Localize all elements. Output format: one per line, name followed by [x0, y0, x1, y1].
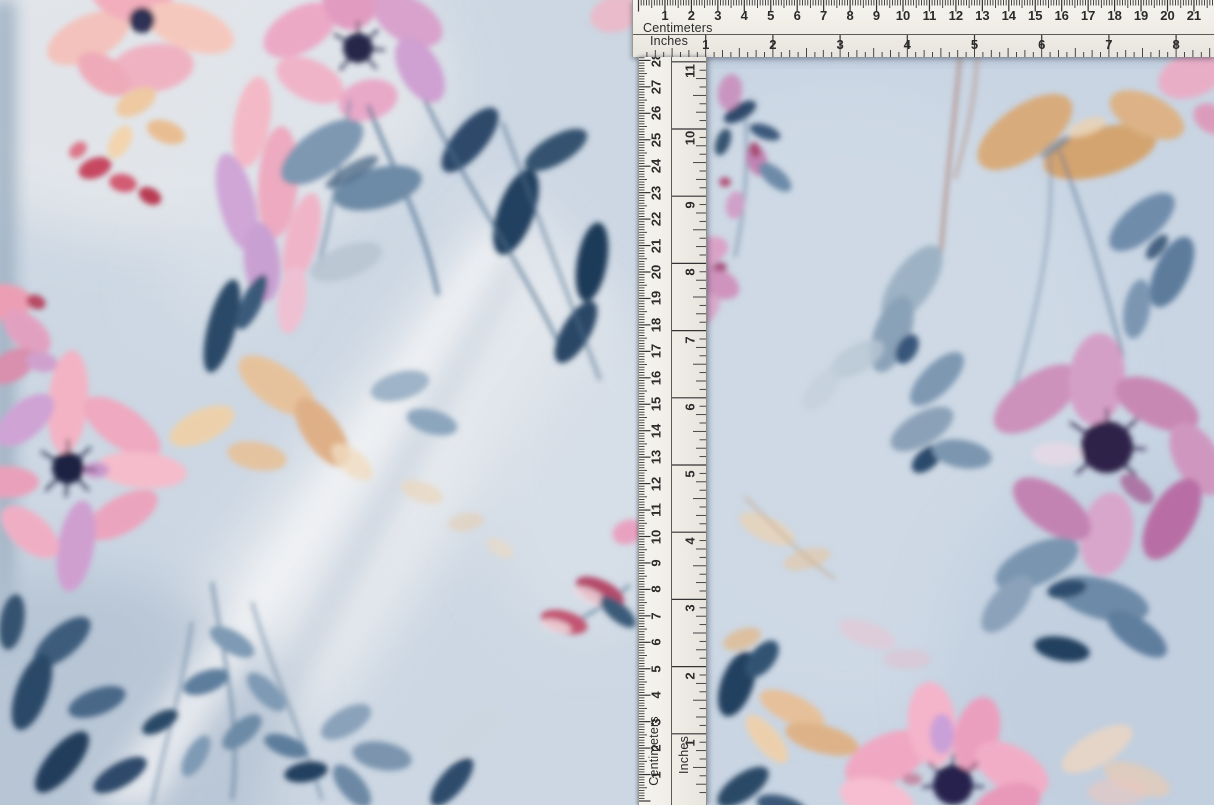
- cm-number: 19: [1134, 9, 1148, 22]
- cm-number: 23: [650, 185, 663, 199]
- cm-number: 3: [650, 718, 663, 725]
- cm-number: 10: [896, 9, 910, 22]
- horizontal-inch-label: Inches: [650, 35, 688, 48]
- cm-number: 4: [650, 692, 663, 699]
- cm-number: 6: [794, 9, 801, 22]
- cm-number: 27: [650, 80, 663, 94]
- inch-number: 3: [836, 38, 843, 51]
- cm-number: 4: [741, 9, 748, 22]
- inch-number: 1: [702, 38, 709, 51]
- inch-number: 2: [684, 672, 697, 679]
- horizontal-cm-label: Centimeters: [643, 22, 713, 35]
- inch-number: 10: [684, 131, 697, 145]
- cm-number: 26: [650, 106, 663, 120]
- inch-number: 5: [971, 38, 978, 51]
- inch-number: 8: [1172, 38, 1179, 51]
- cm-number: 21: [1187, 9, 1201, 22]
- cm-number: 28: [650, 57, 663, 68]
- inch-number: 8: [684, 269, 697, 276]
- cm-number: 16: [650, 371, 663, 385]
- cm-number: 6: [650, 639, 663, 646]
- cm-number: 24: [650, 159, 663, 173]
- inch-number: 4: [684, 538, 697, 545]
- cm-number: 17: [650, 344, 663, 358]
- cm-number: 5: [767, 9, 774, 22]
- cm-number: 14: [650, 423, 663, 437]
- cm-number: 2: [650, 744, 663, 751]
- cm-number: 16: [1054, 9, 1068, 22]
- cm-number: 11: [923, 9, 937, 22]
- inch-number: 9: [684, 202, 697, 209]
- cm-number: 20: [1160, 9, 1174, 22]
- cm-number: 1: [650, 771, 663, 778]
- inch-number: 2: [769, 38, 776, 51]
- cm-number: 15: [1028, 9, 1042, 22]
- cm-number: 9: [650, 559, 663, 566]
- inch-number: 11: [684, 64, 697, 78]
- inch-number: 7: [1105, 38, 1112, 51]
- cm-number: 14: [1002, 9, 1016, 22]
- cm-number: 10: [650, 529, 663, 543]
- vertical-ruler: Centimeters Inches 123456789101112131415…: [638, 57, 707, 805]
- inch-number: 4: [904, 38, 911, 51]
- inch-number: 6: [1038, 38, 1045, 51]
- cm-number: 19: [650, 291, 663, 305]
- cm-number: 12: [650, 476, 663, 490]
- cm-number: 11: [650, 503, 663, 517]
- cm-number: 8: [650, 586, 663, 593]
- inch-number: 1: [684, 739, 697, 746]
- inch-number: 6: [684, 403, 697, 410]
- cm-number: 1: [661, 9, 668, 22]
- cm-number: 8: [846, 9, 853, 22]
- cm-number: 13: [650, 450, 663, 464]
- horizontal-ruler-divider: [633, 34, 1214, 35]
- cm-number: 22: [650, 212, 663, 226]
- inch-number: 3: [684, 605, 697, 612]
- fabric-listing-photo: Centimeters Inches 123456789101112131415…: [0, 0, 1214, 805]
- cm-number: 18: [1107, 9, 1121, 22]
- inch-number: 7: [684, 336, 697, 343]
- cm-number: 13: [975, 9, 989, 22]
- cm-number: 20: [650, 265, 663, 279]
- cm-number: 9: [873, 9, 880, 22]
- cm-number: 17: [1081, 9, 1095, 22]
- fabric-photo-draped: [0, 0, 638, 805]
- cm-number: 5: [650, 665, 663, 672]
- cm-number: 7: [820, 9, 827, 22]
- cm-number: 7: [650, 612, 663, 619]
- cm-number: 12: [949, 9, 963, 22]
- cm-number: 21: [650, 238, 663, 252]
- cm-number: 3: [714, 9, 721, 22]
- cm-number: 18: [650, 318, 663, 332]
- vertical-ruler-divider: [671, 57, 672, 805]
- cm-number: 2: [688, 9, 695, 22]
- cm-number: 25: [650, 133, 663, 147]
- cm-number: 15: [650, 397, 663, 411]
- horizontal-ruler: Centimeters Inches 123456789101112131415…: [632, 0, 1214, 57]
- inch-number: 5: [684, 470, 697, 477]
- fabric-photo-flat: [705, 57, 1214, 805]
